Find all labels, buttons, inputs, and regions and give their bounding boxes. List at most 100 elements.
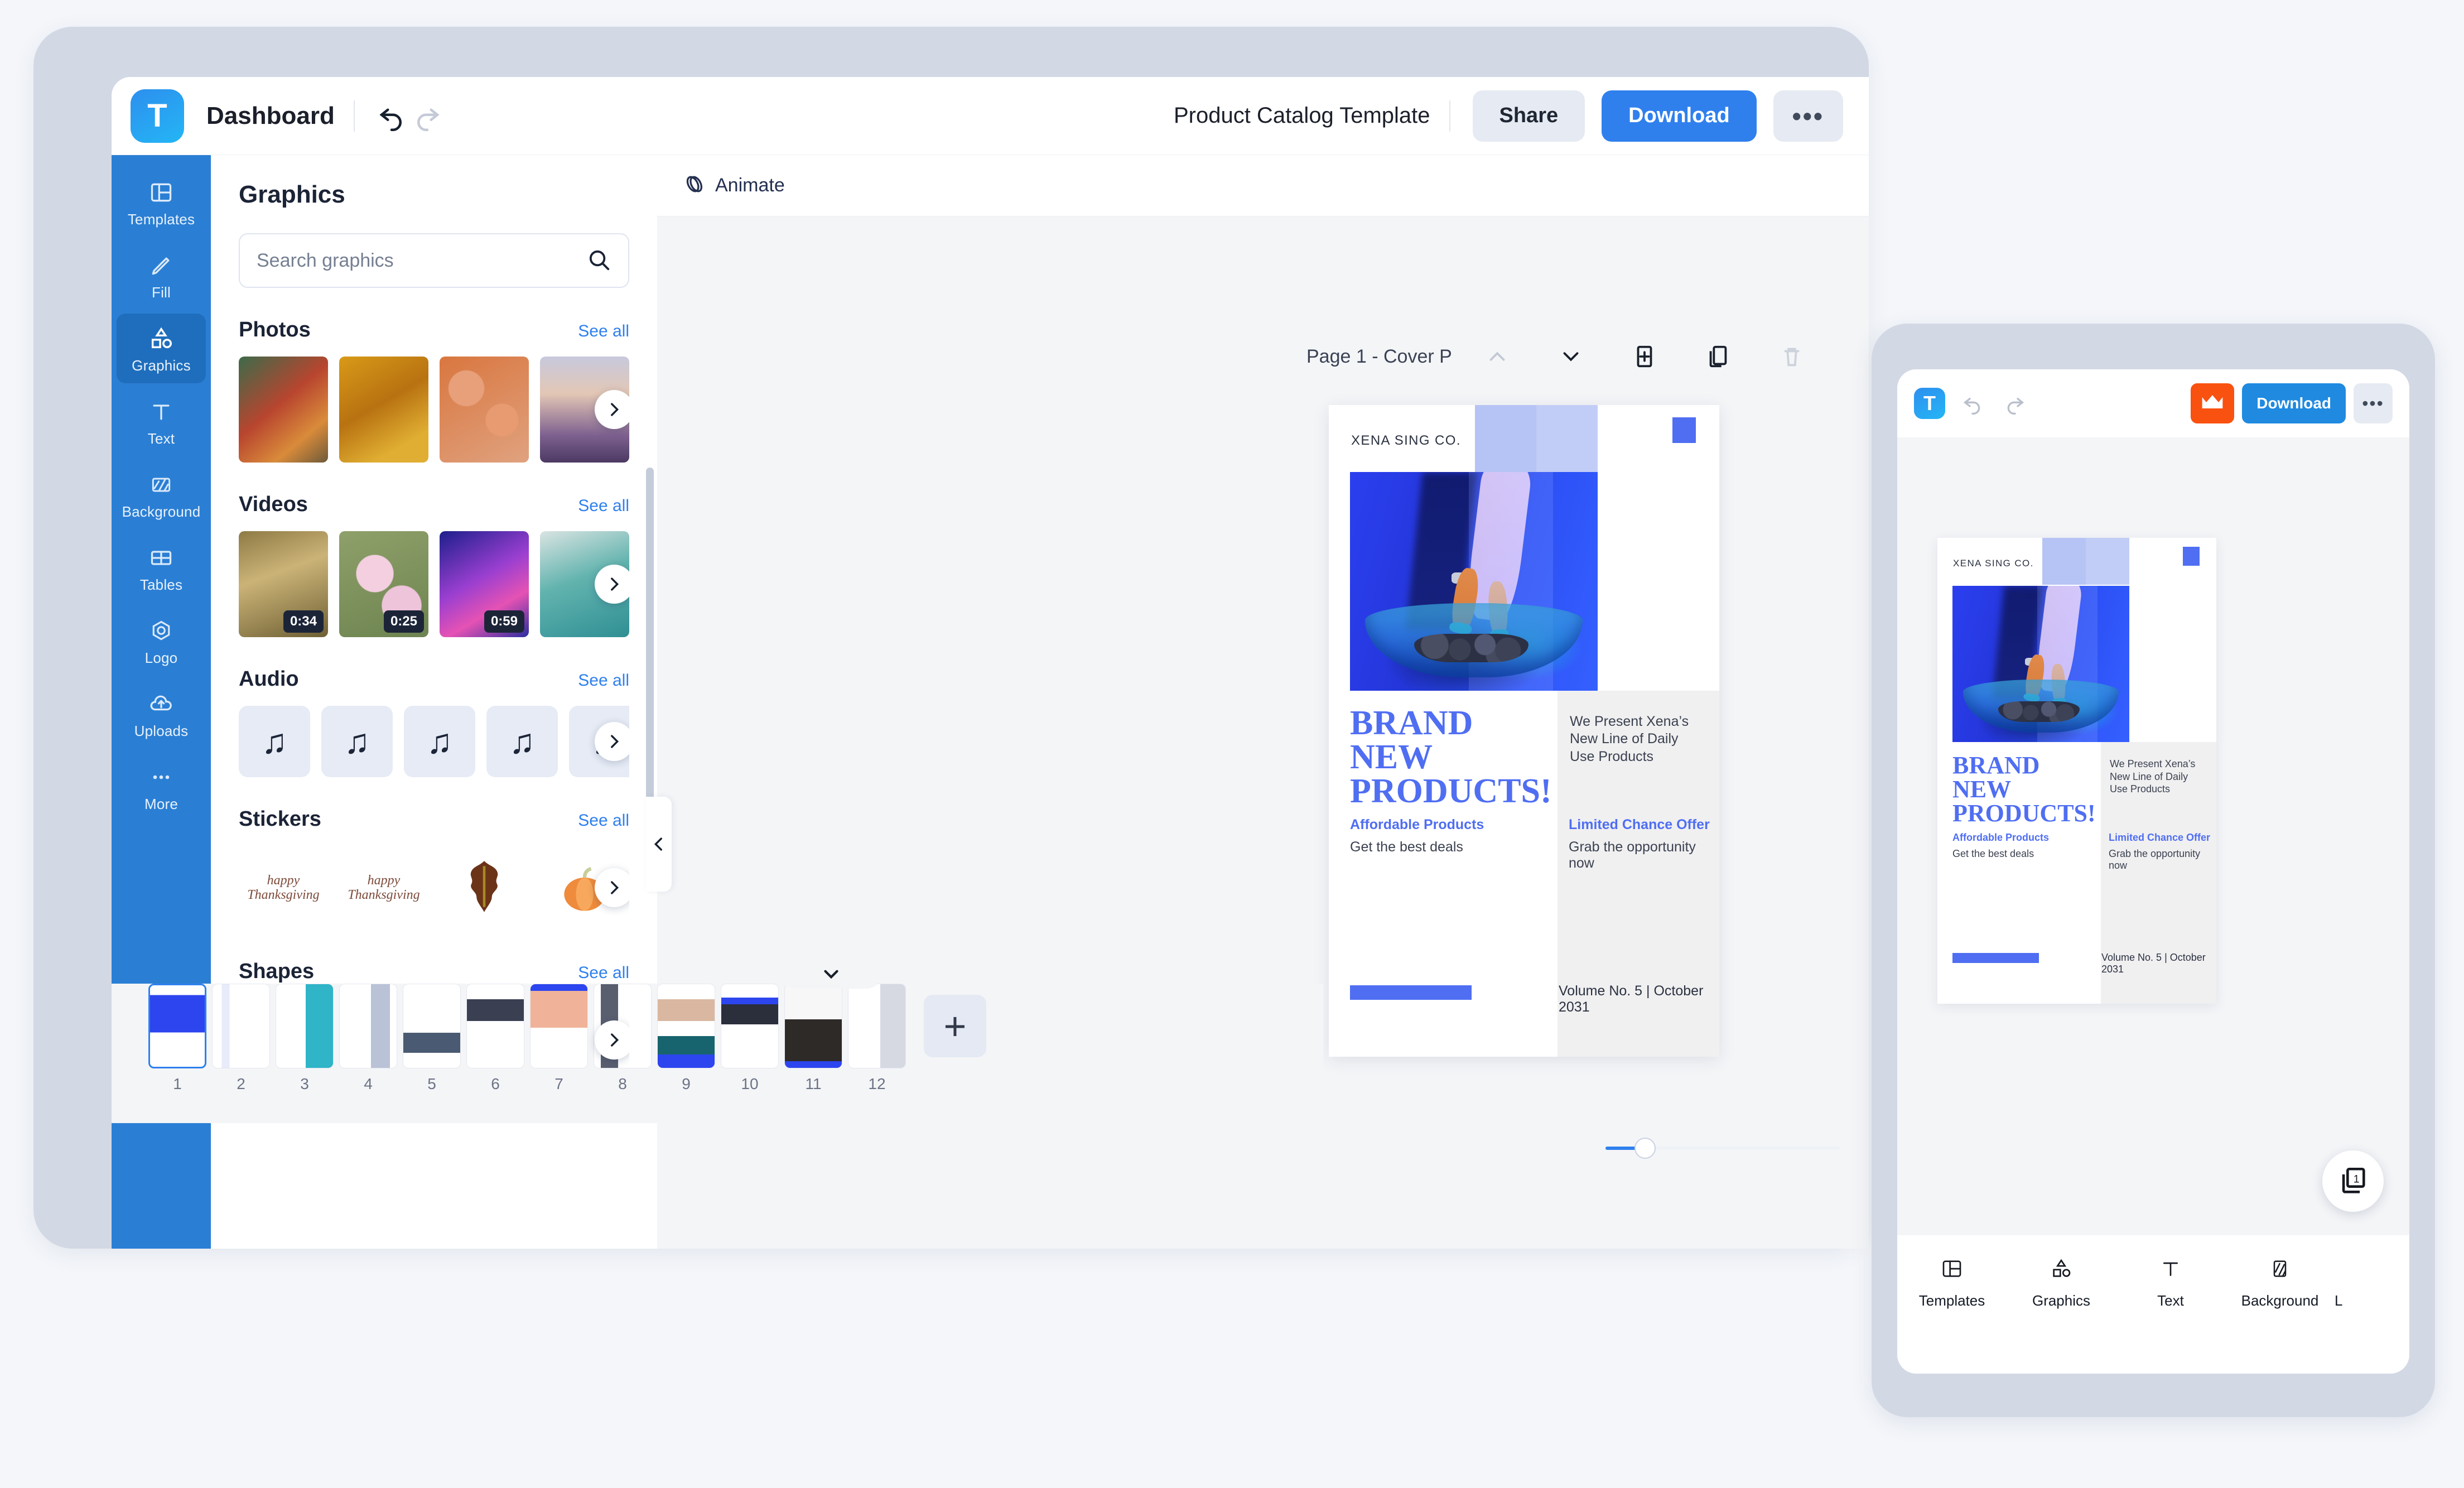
design-accent-square (2183, 547, 2200, 566)
search-icon (586, 247, 611, 275)
page-thumbnail[interactable]: 7 (530, 984, 588, 1093)
audio-tile[interactable]: ♫ (321, 706, 393, 777)
page-thumbnail[interactable]: 11 (784, 984, 842, 1093)
zoom-slider[interactable] (1605, 1131, 1840, 1165)
see-all-shapes[interactable]: See all (578, 964, 629, 983)
page-thumbnail[interactable]: 5 (403, 984, 461, 1093)
page-thumbnail[interactable]: 12 (848, 984, 906, 1093)
animate-button[interactable]: Animate (682, 172, 785, 199)
sidebar-item-fill[interactable]: Fill (117, 240, 206, 310)
page-thumbnail[interactable]: 10 (721, 984, 779, 1093)
videos-next-arrow[interactable] (595, 565, 629, 604)
mobile-download-button[interactable]: Download (2242, 383, 2346, 423)
audio-tile[interactable]: ♫ (404, 706, 475, 777)
page-thumbnail[interactable]: 6 (466, 984, 524, 1093)
sidebar-label: Graphics (117, 357, 206, 374)
app-logo[interactable]: T (131, 89, 184, 143)
video-thumb[interactable]: 0:25 (339, 531, 428, 637)
page-label: Page 1 - Cover P (1306, 346, 1452, 368)
search-graphics-field[interactable] (239, 233, 629, 288)
stickers-next-arrow[interactable] (595, 868, 629, 907)
video-duration: 0:25 (384, 610, 424, 633)
collapse-strip-button[interactable] (781, 960, 881, 989)
mobile-undo-button[interactable] (1957, 388, 1988, 418)
zoom-track[interactable] (1605, 1147, 1840, 1150)
sidebar-item-logo[interactable]: Logo (117, 606, 206, 676)
download-button[interactable]: Download (1602, 90, 1757, 142)
sidebar-item-graphics[interactable]: Graphics (117, 314, 206, 383)
see-all-stickers[interactable]: See all (578, 811, 629, 830)
page-number: 8 (594, 1075, 652, 1093)
graphics-icon (2007, 1253, 2116, 1284)
design-kicker2-text: Grab the opportunity now (1569, 839, 1719, 871)
page-thumbnail-preview (148, 984, 206, 1068)
videos-row[interactable]: 0:34 0:25 0:59 (239, 531, 629, 637)
stickers-row[interactable]: happy Thanksgiving happy Thanksgiving (239, 846, 629, 930)
mobile-redo-button[interactable] (2000, 388, 2030, 418)
undo-button[interactable] (374, 98, 409, 134)
sidebar-item-templates[interactable]: Templates (117, 167, 206, 237)
document-title[interactable]: Product Catalog Template (1174, 103, 1430, 128)
photos-next-arrow[interactable] (595, 390, 629, 429)
video-thumb[interactable]: 0:59 (440, 531, 529, 637)
add-page-icon[interactable] (1623, 335, 1666, 378)
page-thumbnail[interactable]: 4 (339, 984, 397, 1093)
dashboard-link[interactable]: Dashboard (206, 102, 335, 130)
collapse-panel-button[interactable] (646, 797, 672, 892)
photo-thumb[interactable] (339, 357, 428, 463)
page-thumbnail[interactable]: 9 (657, 984, 715, 1093)
sticker-tile[interactable] (440, 846, 529, 930)
mobile-nav-graphics[interactable]: Graphics (2007, 1253, 2116, 1309)
sticker-tile[interactable]: happy Thanksgiving (339, 846, 428, 930)
audio-tile[interactable]: ♫ (239, 706, 310, 777)
page-thumbnail[interactable]: 2 (212, 984, 270, 1093)
video-thumb[interactable]: 0:34 (239, 531, 328, 637)
design-canvas-page[interactable]: XENA SING CO. BRAND NEW PRODUCTS! We Pre… (1329, 405, 1719, 1057)
mobile-nav-text[interactable]: Text (2116, 1253, 2225, 1309)
design-headline-line2: PRODUCTS! (1952, 800, 2096, 827)
top-toolbar: T Dashboard Product Catalog Template Sha… (112, 77, 1869, 155)
sidebar-item-uploads[interactable]: Uploads (117, 679, 206, 749)
page-thumbnail[interactable]: 1 (148, 984, 206, 1093)
mobile-design-page[interactable]: XENA SING CO. BRAND NEW PRODUCTS! We Pre… (1937, 538, 2216, 1004)
photo-thumb[interactable] (440, 357, 529, 463)
sidebar-item-tables[interactable]: Tables (117, 533, 206, 603)
zoom-knob[interactable] (1634, 1138, 1656, 1159)
audio-row[interactable]: ♫ ♫ ♫ ♫ ♫ (239, 706, 629, 777)
chevron-up-icon[interactable] (1475, 335, 1519, 378)
page-thumbnail[interactable]: 3 (276, 984, 334, 1093)
photos-row[interactable] (239, 357, 629, 463)
shapes-next-arrow[interactable] (595, 1020, 629, 1060)
see-all-videos[interactable]: See all (578, 497, 629, 516)
upgrade-pro-button[interactable] (2191, 383, 2234, 423)
see-all-audio[interactable]: See all (578, 671, 629, 690)
design-accent-square (1672, 417, 1696, 443)
mobile-app-logo[interactable]: T (1914, 388, 1945, 419)
mobile-nav-logo-partial[interactable]: L (2335, 1292, 2342, 1309)
share-button[interactable]: Share (1473, 90, 1585, 142)
mobile-nav-background[interactable]: Background (2225, 1253, 2335, 1309)
sticker-tile[interactable]: happy Thanksgiving (239, 846, 328, 930)
audio-next-arrow[interactable] (595, 722, 629, 761)
sidebar-item-text[interactable]: Text (117, 387, 206, 456)
duplicate-page-icon[interactable] (1696, 335, 1740, 378)
more-options-button[interactable]: ••• (1773, 90, 1843, 142)
delete-page-icon[interactable] (1770, 335, 1814, 378)
chevron-down-icon[interactable] (1549, 335, 1593, 378)
mobile-pages-button[interactable]: 1 (2322, 1150, 2384, 1212)
see-all-photos[interactable]: See all (578, 322, 629, 341)
design-kicker1-title: Affordable Products (1350, 817, 1484, 833)
add-page-button[interactable]: + (924, 995, 986, 1057)
section-header: Photos See all (239, 318, 629, 342)
audio-tile[interactable]: ♫ (486, 706, 558, 777)
sidebar-item-background[interactable]: Background (117, 460, 206, 529)
templates-icon (117, 177, 206, 208)
mobile-more-button[interactable]: ••• (2354, 383, 2393, 423)
redo-button[interactable] (409, 98, 445, 134)
sidebar-item-more[interactable]: More (117, 752, 206, 822)
mobile-nav-templates[interactable]: Templates (1897, 1253, 2007, 1309)
photo-thumb[interactable] (239, 357, 328, 463)
pen-icon (117, 251, 206, 281)
search-input[interactable] (257, 250, 586, 272)
design-kicker1-text: Get the best deals (1350, 839, 1463, 855)
